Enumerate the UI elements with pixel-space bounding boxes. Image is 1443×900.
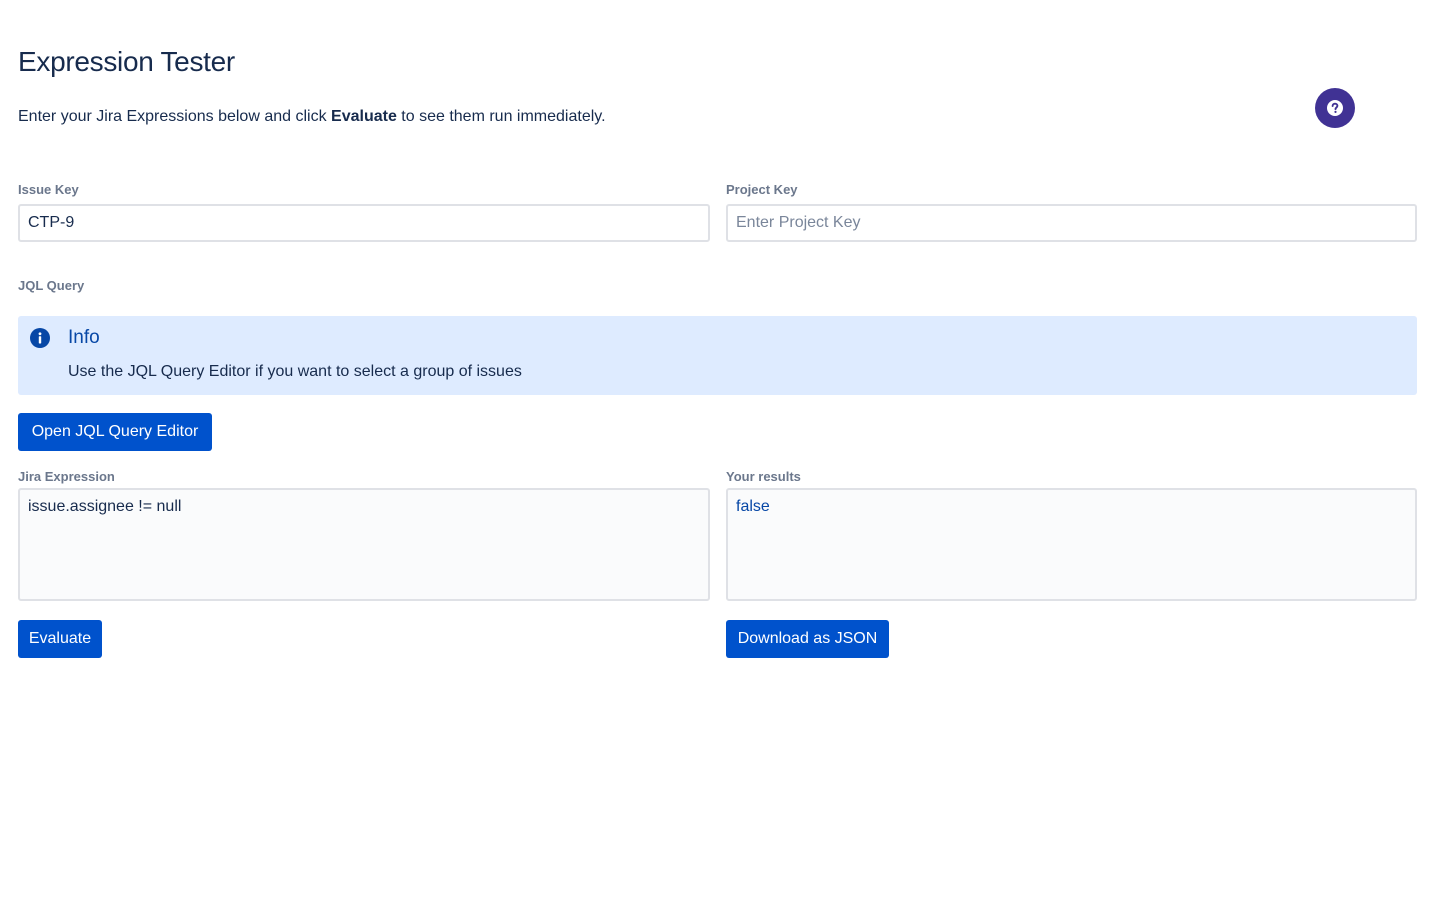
open-jql-editor-button[interactable]: Open JQL Query Editor <box>18 413 212 451</box>
subtitle-evaluate-emphasis: Evaluate <box>331 108 397 125</box>
jql-query-label: JQL Query <box>18 278 85 293</box>
info-message: Use the JQL Query Editor if you want to … <box>68 363 522 380</box>
expression-tester-page: Expression Tester Enter your Jira Expres… <box>0 0 1443 900</box>
jira-expression-input[interactable]: issue.assignee != null <box>18 488 710 601</box>
help-button[interactable] <box>1315 88 1355 128</box>
project-key-input[interactable] <box>726 204 1417 242</box>
info-panel: Info Use the JQL Query Editor if you wan… <box>18 316 1417 395</box>
subtitle-text-start: Enter your Jira Expressions below and cl… <box>18 108 332 125</box>
results-value: false <box>736 498 770 515</box>
jira-expression-label: Jira Expression <box>18 469 115 484</box>
issue-key-input[interactable] <box>18 204 710 242</box>
info-circle-icon <box>30 328 50 348</box>
page-subtitle: Enter your Jira Expressions below and cl… <box>18 108 606 126</box>
page-title: Expression Tester <box>18 46 235 77</box>
results-output: false <box>726 488 1417 601</box>
download-json-button[interactable]: Download as JSON <box>726 620 889 658</box>
issue-key-label: Issue Key <box>18 182 79 197</box>
evaluate-button[interactable]: Evaluate <box>18 620 102 658</box>
info-title: Info <box>68 327 100 348</box>
project-key-label: Project Key <box>726 182 798 197</box>
question-circle-icon <box>1327 100 1343 116</box>
results-label: Your results <box>726 469 801 484</box>
subtitle-text-end: to see them run immediately. <box>396 108 606 125</box>
